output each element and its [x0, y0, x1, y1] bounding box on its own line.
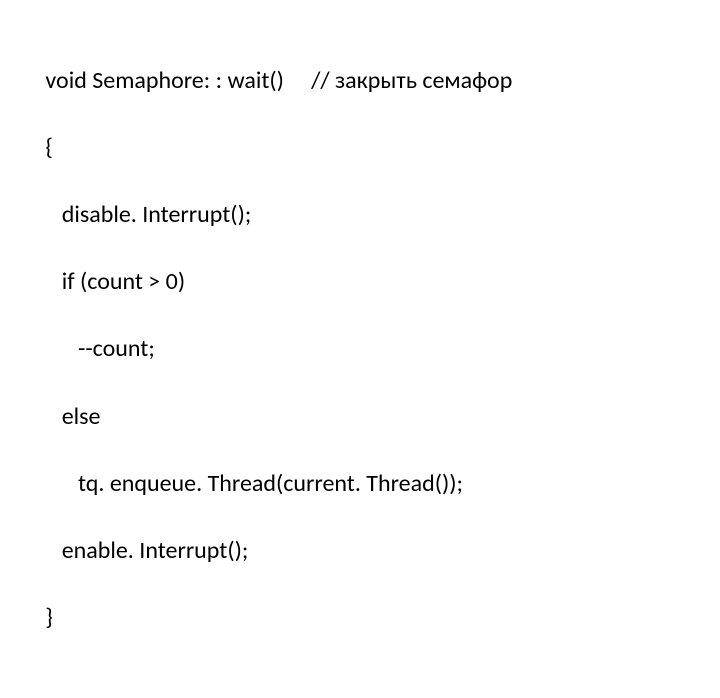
code-line-8: enable. Interrupt();: [40, 534, 680, 568]
code-line-9: }: [40, 601, 680, 635]
code-line-1: void Semaphore: : wait() // закрыть сема…: [40, 64, 680, 98]
code-line-4: if (count > 0): [40, 265, 680, 299]
code-block: void Semaphore: : wait() // закрыть сема…: [0, 0, 720, 698]
code-text: void Semaphore: : wait(): [40, 66, 311, 95]
code-line-6: else: [40, 400, 680, 434]
code-line-5: --count;: [40, 332, 680, 366]
code-line-2: {: [40, 131, 680, 165]
code-comment: // закрыть семафор: [311, 66, 512, 95]
code-line-3: disable. Interrupt();: [40, 198, 680, 232]
code-line-7: tq. enqueue. Thread(current. Thread());: [40, 467, 680, 501]
